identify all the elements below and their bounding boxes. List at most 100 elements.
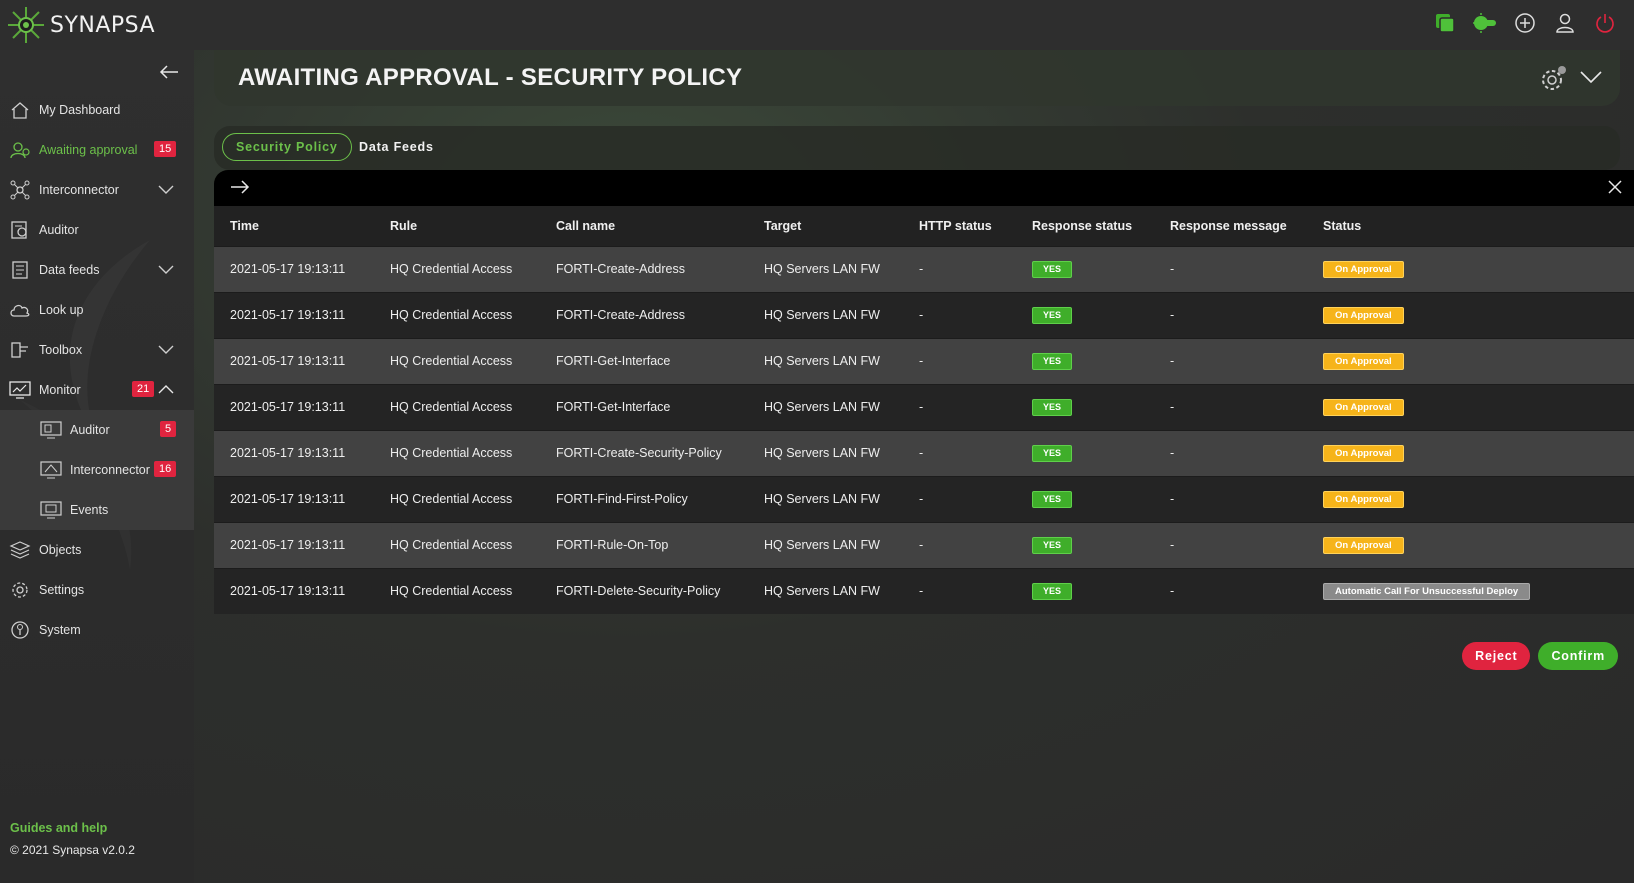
status-cell: On Approval bbox=[1307, 246, 1634, 292]
target-cell: HQ Servers LAN FW bbox=[764, 538, 880, 552]
home-icon bbox=[9, 99, 31, 121]
status-badge: On Approval bbox=[1323, 490, 1404, 508]
time-cell: 2021-05-17 19:13:11 bbox=[230, 262, 346, 276]
sidebar-item-label: System bbox=[39, 623, 81, 637]
sidebar-item-data-feeds[interactable]: Data feeds bbox=[0, 250, 194, 290]
rule-cell: HQ Credential Access bbox=[390, 584, 513, 599]
rule-cell: HQ Credential Access bbox=[390, 308, 513, 322]
call-name-cell: FORTI-Find-First-Policy bbox=[556, 492, 688, 506]
power-icon[interactable] bbox=[1592, 10, 1618, 36]
sidebar-item-settings[interactable]: Settings bbox=[0, 570, 194, 610]
table-header-row: Time Rule Call name Target HTTP status R… bbox=[214, 206, 1634, 246]
response-message-cell: - bbox=[1170, 308, 1175, 322]
synapsa-logo-icon bbox=[8, 7, 44, 43]
confirm-button[interactable]: Confirm bbox=[1538, 642, 1618, 670]
chevron-down-icon[interactable] bbox=[158, 343, 174, 355]
column-header-target[interactable]: Target bbox=[748, 206, 903, 246]
monitor-auditor-icon bbox=[40, 419, 62, 441]
rule-cell: HQ Credential Access bbox=[390, 538, 513, 552]
guides-and-help-link[interactable]: Guides and help bbox=[10, 821, 135, 835]
sidebar-item-label: Interconnector bbox=[39, 183, 119, 197]
status-cell: On Approval bbox=[1307, 430, 1634, 476]
chevron-down-icon[interactable] bbox=[1580, 70, 1602, 84]
table-row[interactable]: 2021-05-17 19:13:11 HQ Credential Access F… bbox=[214, 522, 1634, 568]
http-status-cell: - bbox=[919, 308, 924, 322]
chevron-down-icon[interactable] bbox=[158, 183, 174, 195]
monitor-submenu: Auditor 5 Interconnector 16 Events bbox=[0, 410, 194, 530]
logo[interactable]: SYNAPSA bbox=[0, 0, 155, 50]
sidebar-item-interconnector[interactable]: Interconnector bbox=[0, 170, 194, 210]
time-cell: 2021-05-17 19:13:11 bbox=[230, 584, 346, 599]
column-header-rule[interactable]: Rule bbox=[374, 206, 540, 246]
http-status-cell: - bbox=[919, 400, 924, 414]
response-status-badge: YES bbox=[1032, 306, 1073, 324]
sidebar-item-monitor[interactable]: Monitor 21 bbox=[0, 370, 194, 410]
sidebar-subitem-interconnector[interactable]: Interconnector 16 bbox=[0, 450, 194, 490]
table-row[interactable]: 2021-05-17 19:13:11 HQ Credential Access F… bbox=[214, 292, 1634, 338]
sidebar-subitem-auditor[interactable]: Auditor 5 bbox=[0, 410, 194, 450]
column-header-response-status[interactable]: Response status bbox=[1016, 206, 1154, 246]
rule-cell: HQ Credential Access bbox=[390, 446, 513, 460]
column-header-response-message[interactable]: Response message bbox=[1154, 206, 1307, 246]
time-cell: 2021-05-17 19:13:11 bbox=[230, 354, 346, 368]
table-row[interactable]: 2021-05-17 19:13:11 HQ Credential Access F… bbox=[214, 384, 1634, 430]
tab-data-feeds[interactable]: Data Feeds bbox=[359, 133, 434, 161]
column-header-time[interactable]: Time bbox=[214, 206, 374, 246]
document-icon bbox=[9, 259, 31, 281]
sidebar-nav: My Dashboard Awaiting approval 15 Interc… bbox=[0, 90, 194, 650]
settings-gear-icon[interactable] bbox=[1540, 64, 1568, 92]
reject-button[interactable]: Reject bbox=[1462, 642, 1531, 670]
monitor-auditor-count-badge: 5 bbox=[160, 421, 177, 437]
sidebar-item-toolbox[interactable]: Toolbox bbox=[0, 330, 194, 370]
sidebar-item-system[interactable]: System bbox=[0, 610, 194, 650]
sidebar-item-label: Objects bbox=[39, 543, 82, 557]
status-badge: Automatic Call For Unsuccessful Deploy bbox=[1323, 582, 1531, 600]
tabs-bar: Security Policy Data Feeds bbox=[214, 126, 1620, 170]
http-status-cell: - bbox=[919, 492, 924, 506]
time-cell: 2021-05-17 19:13:11 bbox=[230, 492, 346, 506]
table-row[interactable]: 2021-05-17 19:13:11 HQ Credential Access F… bbox=[214, 568, 1634, 614]
response-status-badge: YES bbox=[1032, 398, 1073, 416]
time-cell: 2021-05-17 19:13:11 bbox=[230, 308, 346, 322]
main-content: AWAITING APPROVAL - SECURITY POLICY Secu… bbox=[194, 50, 1634, 883]
sidebar: My Dashboard Awaiting approval 15 Interc… bbox=[0, 50, 194, 883]
close-icon[interactable] bbox=[1608, 180, 1622, 194]
column-header-status[interactable]: Status bbox=[1307, 206, 1634, 246]
add-icon[interactable] bbox=[1512, 10, 1538, 36]
status-cell: On Approval bbox=[1307, 522, 1634, 568]
chevron-up-icon[interactable] bbox=[158, 383, 174, 395]
sidebar-item-auditor[interactable]: Auditor bbox=[0, 210, 194, 250]
chevron-down-icon[interactable] bbox=[158, 263, 174, 275]
rule-cell: HQ Credential Access bbox=[390, 262, 513, 276]
sidebar-item-look-up[interactable]: Look up bbox=[0, 290, 194, 330]
user-icon[interactable] bbox=[1552, 10, 1578, 36]
arrow-right-icon[interactable] bbox=[230, 179, 250, 195]
status-badge: On Approval bbox=[1323, 536, 1404, 554]
column-header-call-name[interactable]: Call name bbox=[540, 206, 748, 246]
windows-icon[interactable] bbox=[1432, 10, 1458, 36]
collapse-sidebar-icon[interactable] bbox=[158, 62, 180, 82]
response-status-badge: YES bbox=[1032, 260, 1073, 278]
sidebar-footer: Guides and help © 2021 Synapsa v2.0.2 bbox=[10, 821, 135, 857]
gear-icon bbox=[9, 579, 31, 601]
tab-security-policy[interactable]: Security Policy bbox=[222, 133, 352, 161]
approval-table: Time Rule Call name Target HTTP status R… bbox=[214, 206, 1634, 614]
target-cell: HQ Servers LAN FW bbox=[764, 262, 880, 276]
sidebar-item-label: Auditor bbox=[70, 423, 110, 437]
response-status-cell: YES bbox=[1016, 338, 1154, 384]
table-row[interactable]: 2021-05-17 19:13:11 HQ Credential Access F… bbox=[214, 338, 1634, 384]
call-name-cell: FORTI-Get-Interface bbox=[556, 354, 671, 368]
sidebar-item-label: Auditor bbox=[39, 223, 79, 237]
monitor-count-badge: 21 bbox=[132, 381, 155, 397]
table-row[interactable]: 2021-05-17 19:13:11 HQ Credential Access F… bbox=[214, 430, 1634, 476]
table-row[interactable]: 2021-05-17 19:13:11 HQ Credential Access F… bbox=[214, 476, 1634, 522]
table-row[interactable]: 2021-05-17 19:13:11 HQ Credential Access F… bbox=[214, 246, 1634, 292]
column-header-http-status[interactable]: HTTP status bbox=[903, 206, 1016, 246]
sidebar-item-objects[interactable]: Objects bbox=[0, 530, 194, 570]
toggle-icon[interactable] bbox=[1472, 10, 1498, 36]
sidebar-subitem-events[interactable]: Events bbox=[0, 490, 194, 530]
status-cell: On Approval bbox=[1307, 476, 1634, 522]
response-status-cell: YES bbox=[1016, 430, 1154, 476]
sidebar-item-awaiting-approval[interactable]: Awaiting approval 15 bbox=[0, 130, 194, 170]
sidebar-item-my-dashboard[interactable]: My Dashboard bbox=[0, 90, 194, 130]
